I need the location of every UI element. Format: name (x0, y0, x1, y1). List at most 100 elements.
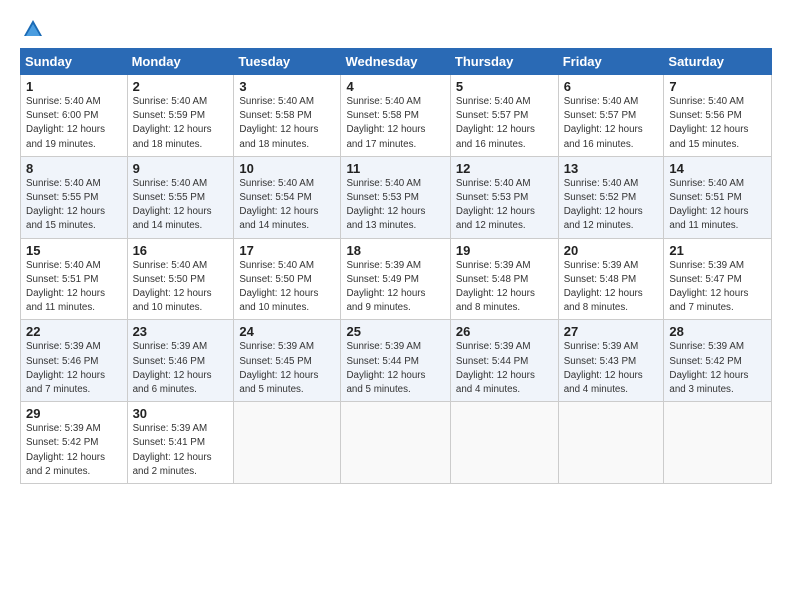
day-number: 5 (456, 79, 554, 94)
calendar-cell: 21Sunrise: 5:39 AM Sunset: 5:47 PM Dayli… (664, 238, 772, 320)
calendar-cell (450, 402, 558, 484)
day-number: 10 (239, 161, 336, 176)
day-info: Sunrise: 5:39 AM Sunset: 5:45 PM Dayligh… (239, 340, 336, 397)
weekday-header-monday: Monday (127, 49, 234, 75)
day-number: 24 (239, 324, 336, 339)
day-number: 14 (669, 161, 767, 176)
day-info: Sunrise: 5:39 AM Sunset: 5:46 PM Dayligh… (133, 340, 230, 397)
day-info: Sunrise: 5:40 AM Sunset: 5:57 PM Dayligh… (456, 95, 554, 152)
weekday-header-row: SundayMondayTuesdayWednesdayThursdayFrid… (21, 49, 772, 75)
calendar-cell: 20Sunrise: 5:39 AM Sunset: 5:48 PM Dayli… (558, 238, 664, 320)
weekday-header-tuesday: Tuesday (234, 49, 341, 75)
calendar-cell: 19Sunrise: 5:39 AM Sunset: 5:48 PM Dayli… (450, 238, 558, 320)
day-info: Sunrise: 5:40 AM Sunset: 5:51 PM Dayligh… (669, 177, 767, 234)
calendar-cell (234, 402, 341, 484)
day-info: Sunrise: 5:40 AM Sunset: 5:56 PM Dayligh… (669, 95, 767, 152)
day-number: 17 (239, 243, 336, 258)
day-number: 12 (456, 161, 554, 176)
calendar-cell: 6Sunrise: 5:40 AM Sunset: 5:57 PM Daylig… (558, 75, 664, 157)
week-row-4: 22Sunrise: 5:39 AM Sunset: 5:46 PM Dayli… (21, 320, 772, 402)
day-number: 22 (26, 324, 123, 339)
day-info: Sunrise: 5:40 AM Sunset: 5:58 PM Dayligh… (239, 95, 336, 152)
calendar-cell: 25Sunrise: 5:39 AM Sunset: 5:44 PM Dayli… (341, 320, 450, 402)
day-number: 9 (133, 161, 230, 176)
calendar-cell: 16Sunrise: 5:40 AM Sunset: 5:50 PM Dayli… (127, 238, 234, 320)
calendar-cell: 1Sunrise: 5:40 AM Sunset: 6:00 PM Daylig… (21, 75, 128, 157)
day-number: 21 (669, 243, 767, 258)
header (20, 18, 772, 40)
day-info: Sunrise: 5:39 AM Sunset: 5:49 PM Dayligh… (346, 259, 445, 316)
weekday-header-saturday: Saturday (664, 49, 772, 75)
day-number: 7 (669, 79, 767, 94)
day-number: 6 (564, 79, 660, 94)
day-info: Sunrise: 5:40 AM Sunset: 5:50 PM Dayligh… (133, 259, 230, 316)
day-number: 15 (26, 243, 123, 258)
day-info: Sunrise: 5:40 AM Sunset: 5:55 PM Dayligh… (133, 177, 230, 234)
calendar-cell: 23Sunrise: 5:39 AM Sunset: 5:46 PM Dayli… (127, 320, 234, 402)
day-number: 30 (133, 406, 230, 421)
calendar-cell: 13Sunrise: 5:40 AM Sunset: 5:52 PM Dayli… (558, 156, 664, 238)
day-number: 29 (26, 406, 123, 421)
day-info: Sunrise: 5:39 AM Sunset: 5:44 PM Dayligh… (456, 340, 554, 397)
day-info: Sunrise: 5:40 AM Sunset: 5:50 PM Dayligh… (239, 259, 336, 316)
calendar-cell: 3Sunrise: 5:40 AM Sunset: 5:58 PM Daylig… (234, 75, 341, 157)
day-info: Sunrise: 5:40 AM Sunset: 5:53 PM Dayligh… (456, 177, 554, 234)
calendar-cell: 11Sunrise: 5:40 AM Sunset: 5:53 PM Dayli… (341, 156, 450, 238)
week-row-5: 29Sunrise: 5:39 AM Sunset: 5:42 PM Dayli… (21, 402, 772, 484)
day-number: 16 (133, 243, 230, 258)
day-number: 23 (133, 324, 230, 339)
day-info: Sunrise: 5:39 AM Sunset: 5:46 PM Dayligh… (26, 340, 123, 397)
calendar-cell: 9Sunrise: 5:40 AM Sunset: 5:55 PM Daylig… (127, 156, 234, 238)
page: SundayMondayTuesdayWednesdayThursdayFrid… (0, 0, 792, 612)
calendar-cell: 14Sunrise: 5:40 AM Sunset: 5:51 PM Dayli… (664, 156, 772, 238)
day-info: Sunrise: 5:40 AM Sunset: 5:54 PM Dayligh… (239, 177, 336, 234)
day-info: Sunrise: 5:40 AM Sunset: 5:55 PM Dayligh… (26, 177, 123, 234)
day-number: 8 (26, 161, 123, 176)
calendar-cell: 15Sunrise: 5:40 AM Sunset: 5:51 PM Dayli… (21, 238, 128, 320)
day-number: 2 (133, 79, 230, 94)
week-row-1: 1Sunrise: 5:40 AM Sunset: 6:00 PM Daylig… (21, 75, 772, 157)
calendar-cell: 2Sunrise: 5:40 AM Sunset: 5:59 PM Daylig… (127, 75, 234, 157)
day-number: 25 (346, 324, 445, 339)
day-info: Sunrise: 5:39 AM Sunset: 5:41 PM Dayligh… (133, 422, 230, 479)
day-number: 1 (26, 79, 123, 94)
day-number: 4 (346, 79, 445, 94)
calendar-cell (664, 402, 772, 484)
calendar-cell: 30Sunrise: 5:39 AM Sunset: 5:41 PM Dayli… (127, 402, 234, 484)
calendar-table: SundayMondayTuesdayWednesdayThursdayFrid… (20, 48, 772, 484)
week-row-2: 8Sunrise: 5:40 AM Sunset: 5:55 PM Daylig… (21, 156, 772, 238)
day-info: Sunrise: 5:39 AM Sunset: 5:48 PM Dayligh… (564, 259, 660, 316)
day-info: Sunrise: 5:40 AM Sunset: 5:59 PM Dayligh… (133, 95, 230, 152)
day-number: 20 (564, 243, 660, 258)
day-info: Sunrise: 5:40 AM Sunset: 5:57 PM Dayligh… (564, 95, 660, 152)
day-number: 18 (346, 243, 445, 258)
calendar-cell (341, 402, 450, 484)
day-number: 19 (456, 243, 554, 258)
day-info: Sunrise: 5:40 AM Sunset: 5:52 PM Dayligh… (564, 177, 660, 234)
calendar-cell: 4Sunrise: 5:40 AM Sunset: 5:58 PM Daylig… (341, 75, 450, 157)
calendar-cell: 24Sunrise: 5:39 AM Sunset: 5:45 PM Dayli… (234, 320, 341, 402)
weekday-header-wednesday: Wednesday (341, 49, 450, 75)
calendar-cell: 10Sunrise: 5:40 AM Sunset: 5:54 PM Dayli… (234, 156, 341, 238)
calendar-cell: 28Sunrise: 5:39 AM Sunset: 5:42 PM Dayli… (664, 320, 772, 402)
calendar-cell: 8Sunrise: 5:40 AM Sunset: 5:55 PM Daylig… (21, 156, 128, 238)
logo (20, 18, 44, 40)
day-number: 27 (564, 324, 660, 339)
day-info: Sunrise: 5:39 AM Sunset: 5:43 PM Dayligh… (564, 340, 660, 397)
day-number: 11 (346, 161, 445, 176)
calendar-cell: 18Sunrise: 5:39 AM Sunset: 5:49 PM Dayli… (341, 238, 450, 320)
logo-icon (22, 18, 44, 40)
day-info: Sunrise: 5:39 AM Sunset: 5:42 PM Dayligh… (26, 422, 123, 479)
day-info: Sunrise: 5:39 AM Sunset: 5:44 PM Dayligh… (346, 340, 445, 397)
weekday-header-friday: Friday (558, 49, 664, 75)
calendar-cell: 17Sunrise: 5:40 AM Sunset: 5:50 PM Dayli… (234, 238, 341, 320)
day-info: Sunrise: 5:39 AM Sunset: 5:47 PM Dayligh… (669, 259, 767, 316)
day-info: Sunrise: 5:39 AM Sunset: 5:48 PM Dayligh… (456, 259, 554, 316)
calendar-cell: 29Sunrise: 5:39 AM Sunset: 5:42 PM Dayli… (21, 402, 128, 484)
calendar-cell: 27Sunrise: 5:39 AM Sunset: 5:43 PM Dayli… (558, 320, 664, 402)
weekday-header-sunday: Sunday (21, 49, 128, 75)
day-number: 3 (239, 79, 336, 94)
calendar-cell: 12Sunrise: 5:40 AM Sunset: 5:53 PM Dayli… (450, 156, 558, 238)
day-info: Sunrise: 5:40 AM Sunset: 5:53 PM Dayligh… (346, 177, 445, 234)
weekday-header-thursday: Thursday (450, 49, 558, 75)
